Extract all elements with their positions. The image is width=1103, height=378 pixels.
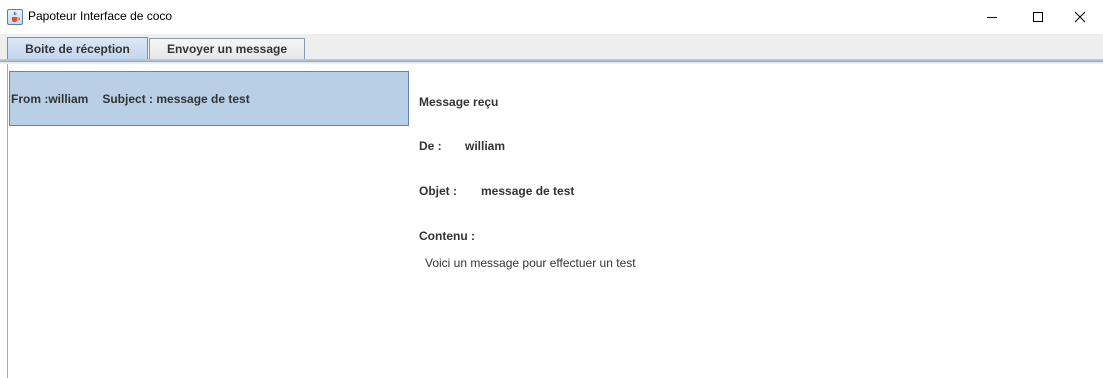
content-value: Voici un message pour effectuer un test — [425, 256, 636, 270]
mail-from: From :william — [11, 91, 89, 106]
from-label: De : — [419, 139, 442, 153]
message-heading: Message reçu — [419, 95, 499, 109]
tab-inbox[interactable]: Boite de réception — [7, 37, 148, 59]
maximize-button[interactable] — [1015, 0, 1061, 34]
content-label: Contenu : — [419, 229, 475, 243]
tab-strip: Boite de réception Envoyer un message — [0, 34, 1103, 64]
inbox-panel: From :william Subject : message de test … — [7, 64, 1103, 378]
java-cup-icon — [7, 9, 23, 25]
title-bar: Papoteur Interface de coco — [0, 0, 1103, 34]
subject-label: Objet : — [419, 184, 457, 198]
tab-send-message[interactable]: Envoyer un message — [149, 38, 305, 59]
minimize-button[interactable] — [969, 0, 1015, 34]
window-title: Papoteur Interface de coco — [28, 9, 173, 23]
from-value: william — [465, 139, 506, 153]
close-button[interactable] — [1057, 0, 1103, 34]
close-icon — [1074, 11, 1086, 23]
mail-subject: Subject : message de test — [102, 91, 250, 106]
tab-divider-shadow — [0, 61, 1103, 62]
maximize-icon — [1033, 12, 1043, 22]
subject-value: message de test — [481, 184, 575, 198]
minimize-icon — [987, 17, 997, 18]
list-item[interactable]: From :william Subject : message de test — [9, 71, 409, 126]
